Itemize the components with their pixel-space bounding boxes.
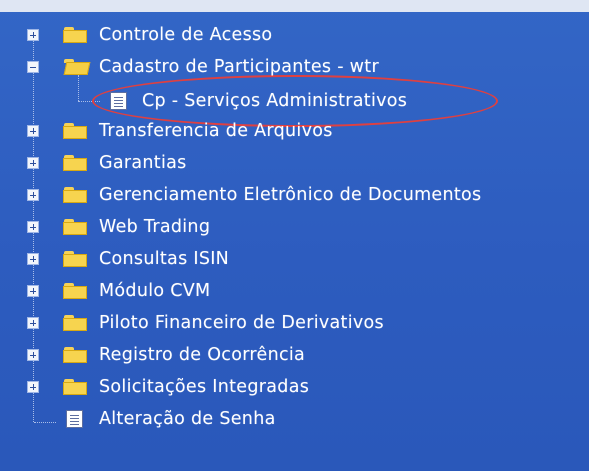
tree-item-label: Consultas ISIN [99, 249, 230, 269]
expand-plus-icon[interactable] [27, 125, 39, 137]
tree-item-garantias[interactable]: Garantias [0, 150, 589, 176]
expand-plus-icon[interactable] [27, 189, 39, 201]
expand-plus-icon[interactable] [27, 381, 39, 393]
top-border [0, 0, 589, 12]
folder-icon [63, 347, 87, 363]
tree-item-label: Cp - Serviços Administrativos [142, 91, 408, 111]
expand-plus-icon[interactable] [27, 29, 39, 41]
expand-plus-icon[interactable] [27, 317, 39, 329]
expand-plus-icon[interactable] [27, 253, 39, 265]
document-icon [110, 92, 127, 110]
tree-item-label: Módulo CVM [99, 281, 211, 301]
tree-item-piloto-financeiro[interactable]: Piloto Financeiro de Derivativos [0, 310, 589, 336]
expand-plus-icon[interactable] [27, 221, 39, 233]
folder-icon [63, 315, 87, 331]
tree-item-label: Transferencia de Arquivos [99, 121, 333, 141]
folder-icon [63, 251, 87, 267]
folder-icon [63, 27, 87, 43]
expand-plus-icon[interactable] [27, 157, 39, 169]
tree-item-solicitacoes-integradas[interactable]: Solicitações Integradas [0, 374, 589, 400]
tree-item-modulo-cvm[interactable]: Módulo CVM [0, 278, 589, 304]
expand-plus-icon[interactable] [27, 349, 39, 361]
folder-icon [63, 219, 87, 235]
tree-item-gerenciamento-eletronico[interactable]: Gerenciamento Eletrônico de Documentos [0, 182, 589, 208]
tree-item-label: Registro de Ocorrência [99, 345, 306, 365]
folder-open-icon [63, 59, 91, 75]
tree-item-alteracao-de-senha[interactable]: Alteração de Senha [0, 406, 589, 432]
tree-item-consultas-isin[interactable]: Consultas ISIN [0, 246, 589, 272]
folder-icon [63, 123, 87, 139]
folder-icon [63, 155, 87, 171]
collapse-minus-icon[interactable] [27, 61, 39, 73]
tree-panel: Controle de Acesso Cadastro de Participa… [0, 0, 589, 471]
folder-icon [63, 283, 87, 299]
tree-item-label: Alteração de Senha [99, 409, 276, 429]
tree-item-label: Garantias [99, 153, 187, 173]
tree-item-cp-servicos-administrativos[interactable]: Cp - Serviços Administrativos [0, 88, 589, 114]
tree-item-controle-de-acesso[interactable]: Controle de Acesso [0, 22, 589, 48]
tree-item-label: Cadastro de Participantes - wtr [99, 57, 379, 77]
tree-item-cadastro-de-participantes[interactable]: Cadastro de Participantes - wtr [0, 54, 589, 80]
folder-icon [63, 379, 87, 395]
tree-item-label: Controle de Acesso [99, 25, 273, 45]
tree-item-label: Piloto Financeiro de Derivativos [99, 313, 384, 333]
tree-item-registro-de-ocorrencia[interactable]: Registro de Ocorrência [0, 342, 589, 368]
tree-item-label: Solicitações Integradas [99, 377, 310, 397]
tree-item-web-trading[interactable]: Web Trading [0, 214, 589, 240]
tree-item-label: Gerenciamento Eletrônico de Documentos [99, 185, 482, 205]
expand-plus-icon[interactable] [27, 285, 39, 297]
tree-item-label: Web Trading [99, 217, 211, 237]
tree-item-transferencia-de-arquivos[interactable]: Transferencia de Arquivos [0, 118, 589, 144]
document-icon [66, 410, 83, 428]
folder-icon [63, 187, 87, 203]
